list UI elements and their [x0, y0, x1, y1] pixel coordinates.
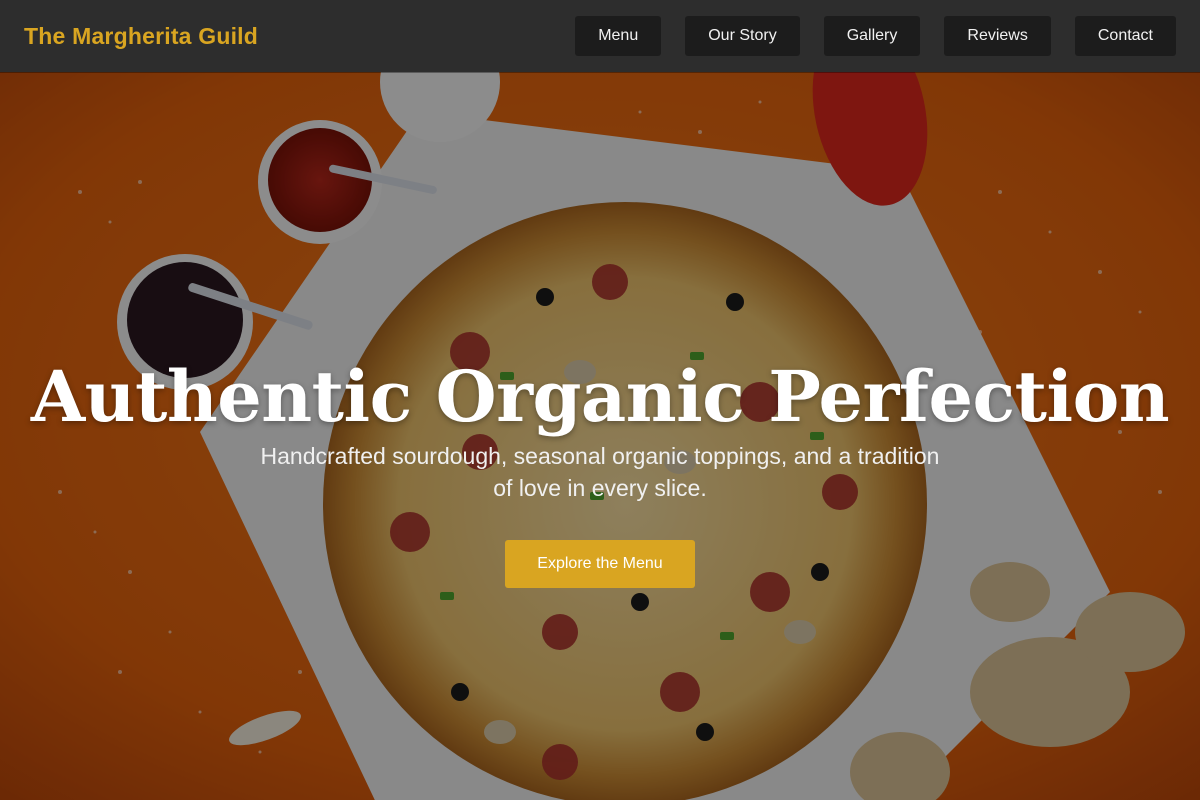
nav-reviews-button[interactable]: Reviews	[944, 16, 1051, 56]
hero-section: Authentic Organic Perfection Handcrafted…	[0, 72, 1200, 800]
nav-menu-button[interactable]: Menu	[575, 16, 662, 56]
hero-subtitle: Handcrafted sourdough, seasonal organic …	[260, 443, 940, 501]
explore-menu-button[interactable]: Explore the Menu	[505, 540, 695, 588]
nav-gallery-button[interactable]: Gallery	[823, 16, 921, 56]
nav-contact-button[interactable]: Contact	[1074, 16, 1176, 56]
hero-title: Authentic Organic Perfection	[30, 355, 1170, 438]
brand-logo-text[interactable]: The Margherita Guild	[24, 23, 258, 50]
main-nav: Menu Our Story Gallery Reviews Contact	[575, 16, 1176, 56]
nav-our-story-button[interactable]: Our Story	[685, 16, 800, 56]
top-navbar: The Margherita Guild Menu Our Story Gall…	[0, 0, 1200, 72]
hero-content: Authentic Organic Perfection Handcrafted…	[0, 72, 1200, 800]
